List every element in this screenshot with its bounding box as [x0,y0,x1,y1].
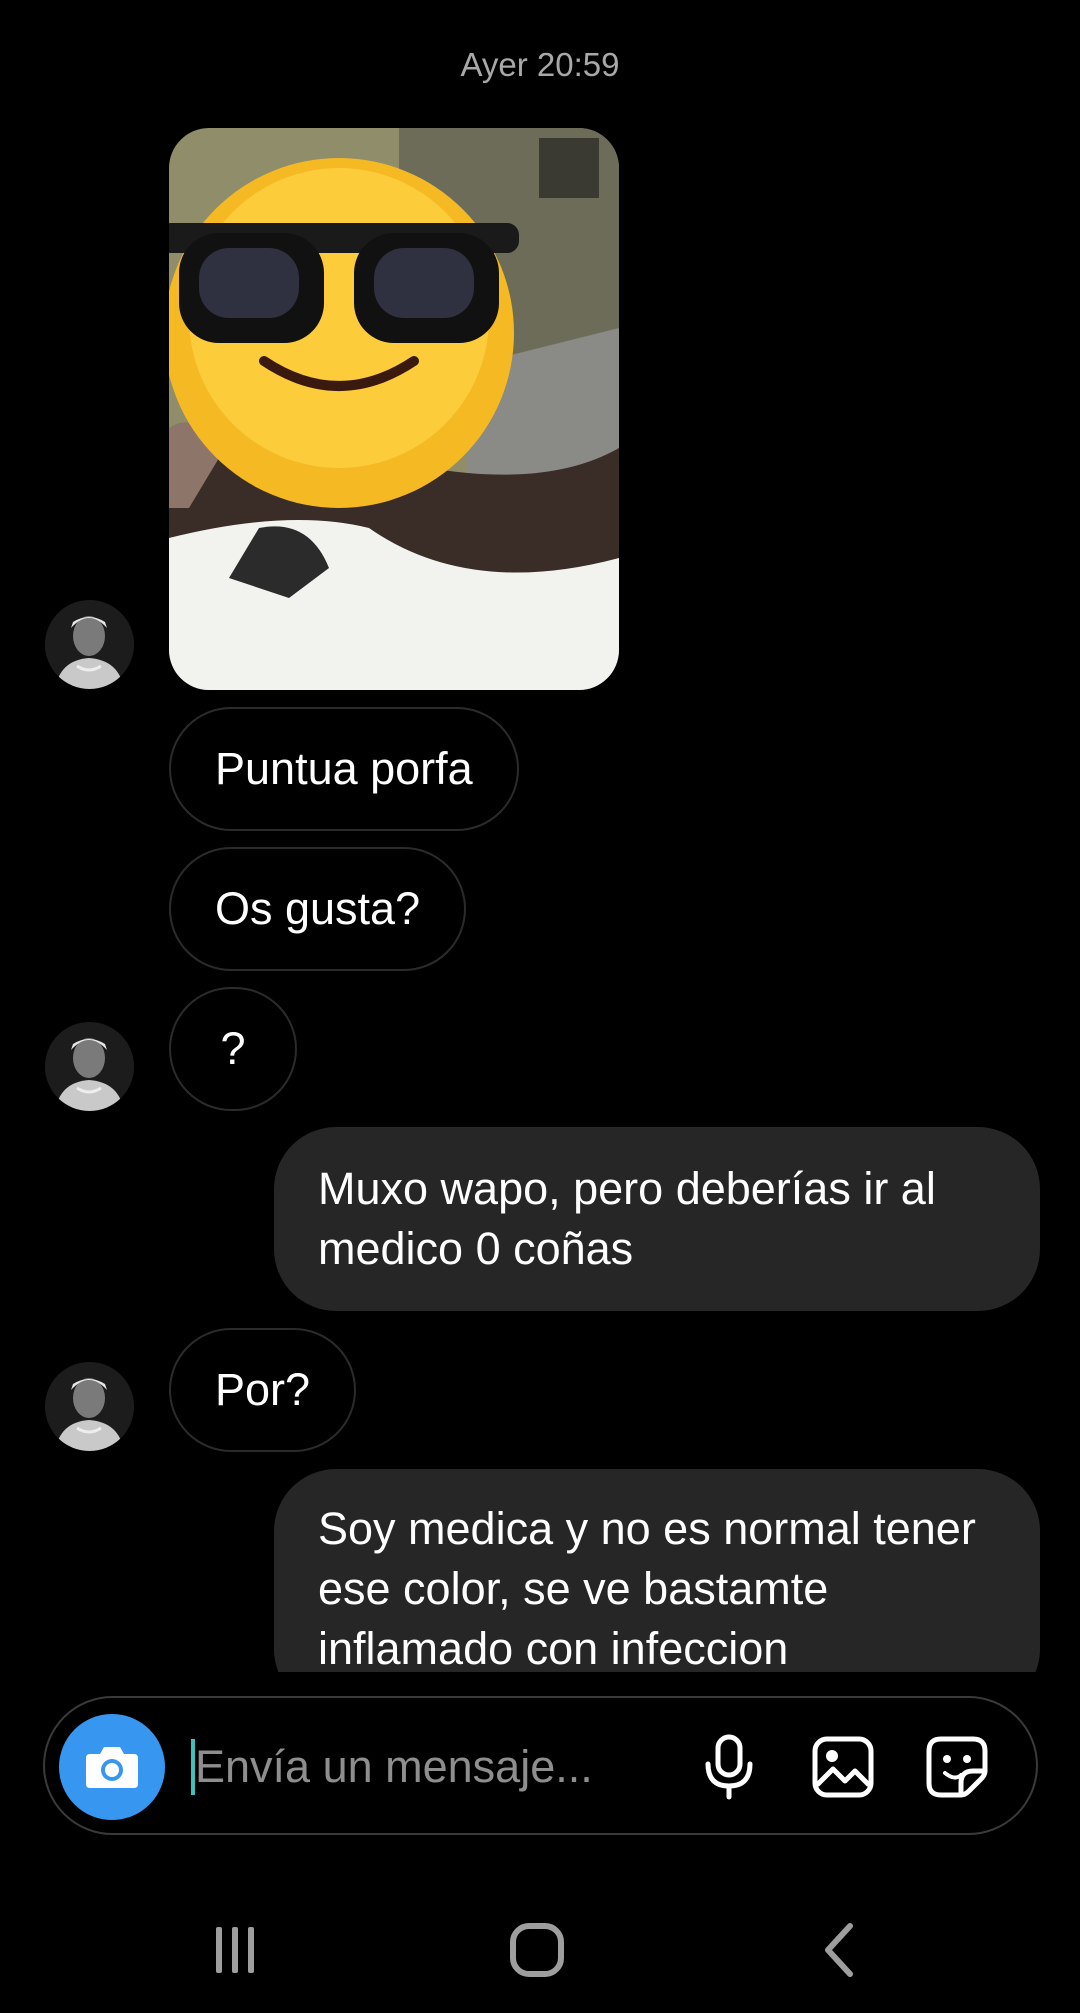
message-bubble-outgoing[interactable]: Soy medica y no es normal tener ese colo… [274,1469,1040,1672]
back-button[interactable] [780,1910,900,1990]
shared-photo[interactable] [169,128,619,690]
microphone-button[interactable] [693,1731,765,1803]
message-text: Por? [215,1364,311,1415]
system-navbar [0,1880,1080,2013]
photo-image [169,128,619,690]
message-bubble-outgoing[interactable]: Muxo wapo, pero deberías ir al medico 0 … [274,1127,1040,1311]
avatar-image [45,600,134,689]
back-icon [825,1923,853,1977]
avatar-image [45,1362,134,1451]
message-bubble-incoming[interactable]: Puntua porfa [169,707,519,831]
message-composer [43,1696,1038,1835]
avatar-image [45,1022,134,1111]
message-text: Soy medica y no es normal tener ese colo… [318,1503,976,1672]
sticker-icon [926,1736,988,1798]
home-icon [510,1923,564,1977]
message-text: Muxo wapo, pero deberías ir al medico 0 … [318,1163,936,1274]
avatar[interactable] [45,1022,134,1111]
home-button[interactable] [477,1910,597,1990]
camera-button[interactable] [59,1714,165,1820]
gallery-button[interactable] [807,1731,879,1803]
recents-icon [216,1927,254,1973]
avatar[interactable] [45,1362,134,1451]
avatar[interactable] [45,600,134,689]
timestamp: Ayer 20:59 [460,46,620,83]
chat-thread[interactable]: Ayer 20:59 Puntua porfa Os gusta? ? Muxo… [0,0,1080,1672]
message-bubble-incoming[interactable]: Por? [169,1328,357,1452]
sticker-button[interactable] [921,1731,993,1803]
message-bubble-incoming[interactable]: Os gusta? [169,847,467,971]
message-bubble-incoming[interactable]: ? [169,987,297,1111]
message-text: ? [220,1023,246,1074]
gallery-icon [812,1736,874,1798]
message-input[interactable] [195,1728,645,1806]
recents-button[interactable] [175,1910,295,1990]
camera-icon [86,1747,138,1788]
message-text: Puntua porfa [215,743,473,794]
microphone-icon [705,1734,753,1800]
message-text: Os gusta? [215,883,421,934]
